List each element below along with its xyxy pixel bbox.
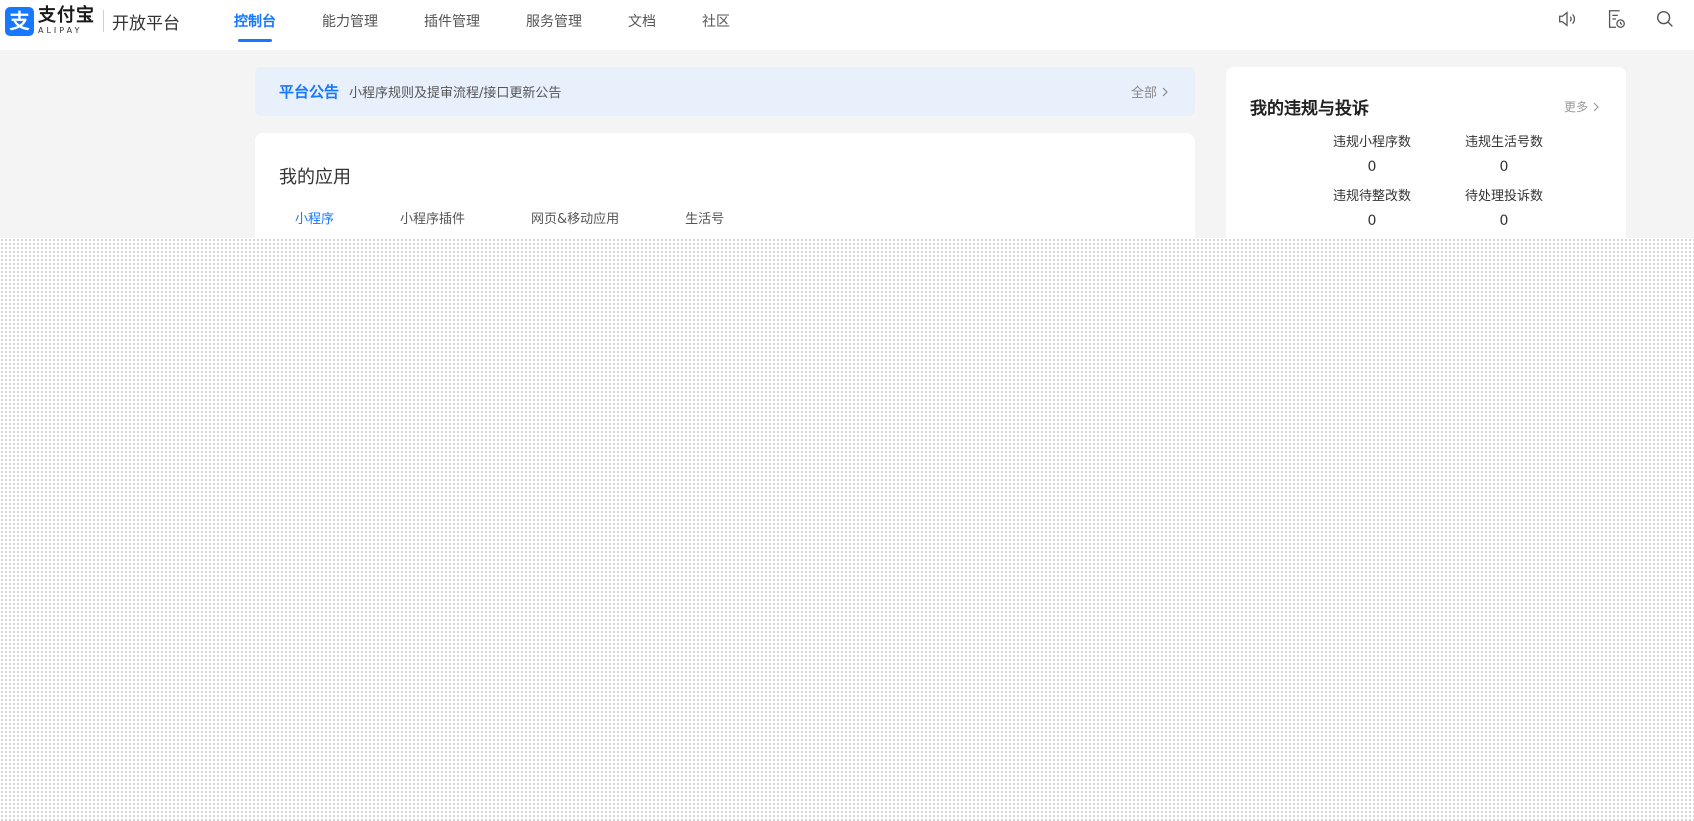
violations-title: 我的违规与投诉 bbox=[1250, 99, 1369, 119]
apps-tabs: 小程序 小程序插件 网页&移动应用 生活号 bbox=[279, 205, 1171, 241]
my-apps-title: 我的应用 bbox=[279, 167, 351, 188]
logo-cn: 支付宝 bbox=[38, 5, 95, 26]
top-header: 支 支付宝 ALIPAY 开放平台 控制台 能力管理 插件管理 服务管理 文档 … bbox=[0, 0, 1694, 50]
nav-capability-management[interactable]: 能力管理 bbox=[322, 0, 378, 42]
stat-value: 0 bbox=[1367, 159, 1377, 175]
stat-pending-complaints[interactable]: 待处理投诉数 0 bbox=[1438, 185, 1570, 229]
nav-service-management[interactable]: 服务管理 bbox=[526, 0, 582, 42]
stat-value: 0 bbox=[1499, 213, 1509, 229]
nav-plugin-management[interactable]: 插件管理 bbox=[424, 0, 480, 42]
tab-mini-program[interactable]: 小程序 bbox=[279, 205, 351, 241]
logo-text: 支付宝 ALIPAY bbox=[38, 7, 95, 35]
chevron-right-icon bbox=[1593, 102, 1599, 111]
violations-more-link[interactable]: 更多 bbox=[1564, 98, 1602, 115]
stat-label: 违规待整改数 bbox=[1332, 189, 1411, 204]
violations-more-label: 更多 bbox=[1563, 100, 1588, 114]
my-apps-card: 我的应用 小程序 小程序插件 网页&移动应用 生活号 bbox=[255, 133, 1195, 253]
loading-overlay bbox=[0, 238, 1694, 821]
platform-name: 开放平台 bbox=[112, 13, 180, 34]
stat-violating-mini-programs[interactable]: 违规小程序数 0 bbox=[1306, 131, 1438, 175]
violations-header: 我的违规与投诉 更多 bbox=[1250, 94, 1602, 119]
logo-divider bbox=[103, 10, 104, 32]
main-nav: 控制台 能力管理 插件管理 服务管理 文档 社区 bbox=[234, 0, 776, 50]
notice-link[interactable]: 小程序规则及提审流程/接口更新公告 bbox=[349, 82, 1131, 101]
stat-value: 0 bbox=[1499, 159, 1509, 175]
tab-life-account[interactable]: 生活号 bbox=[669, 205, 740, 241]
speaker-icon[interactable] bbox=[1556, 8, 1578, 30]
notice-all-link[interactable]: 全部 bbox=[1131, 82, 1171, 101]
search-icon[interactable] bbox=[1654, 8, 1676, 30]
platform-notice-bar: 平台公告 小程序规则及提审流程/接口更新公告 全部 bbox=[255, 67, 1195, 116]
header-actions bbox=[1529, 8, 1694, 30]
stat-violating-life-accounts[interactable]: 违规生活号数 0 bbox=[1438, 131, 1570, 175]
stat-label: 待处理投诉数 bbox=[1464, 189, 1543, 204]
alipay-logo[interactable]: 支 支付宝 ALIPAY 开放平台 bbox=[5, 6, 180, 36]
tab-mini-program-plugin[interactable]: 小程序插件 bbox=[384, 205, 481, 241]
logo-en: ALIPAY bbox=[38, 26, 83, 35]
stat-pending-rectification[interactable]: 违规待整改数 0 bbox=[1306, 185, 1438, 229]
nav-community[interactable]: 社区 bbox=[702, 0, 730, 42]
tab-web-mobile-app[interactable]: 网页&移动应用 bbox=[515, 205, 635, 241]
chevron-right-icon bbox=[1162, 87, 1168, 96]
violations-card: 我的违规与投诉 更多 违规小程序数 0 违规生活号数 0 违规待整改数 0 待处… bbox=[1226, 67, 1626, 257]
nav-console[interactable]: 控制台 bbox=[234, 0, 276, 42]
stat-value: 0 bbox=[1367, 213, 1377, 229]
document-clock-icon[interactable] bbox=[1605, 8, 1627, 30]
stat-label: 违规生活号数 bbox=[1464, 135, 1543, 150]
stat-label: 违规小程序数 bbox=[1332, 135, 1411, 150]
alipay-logo-mark: 支 bbox=[5, 6, 34, 36]
nav-docs[interactable]: 文档 bbox=[628, 0, 656, 42]
notice-all-label: 全部 bbox=[1130, 86, 1157, 101]
violations-stats: 违规小程序数 0 违规生活号数 0 违规待整改数 0 待处理投诉数 0 bbox=[1306, 131, 1602, 229]
notice-title: 平台公告 bbox=[279, 83, 340, 101]
